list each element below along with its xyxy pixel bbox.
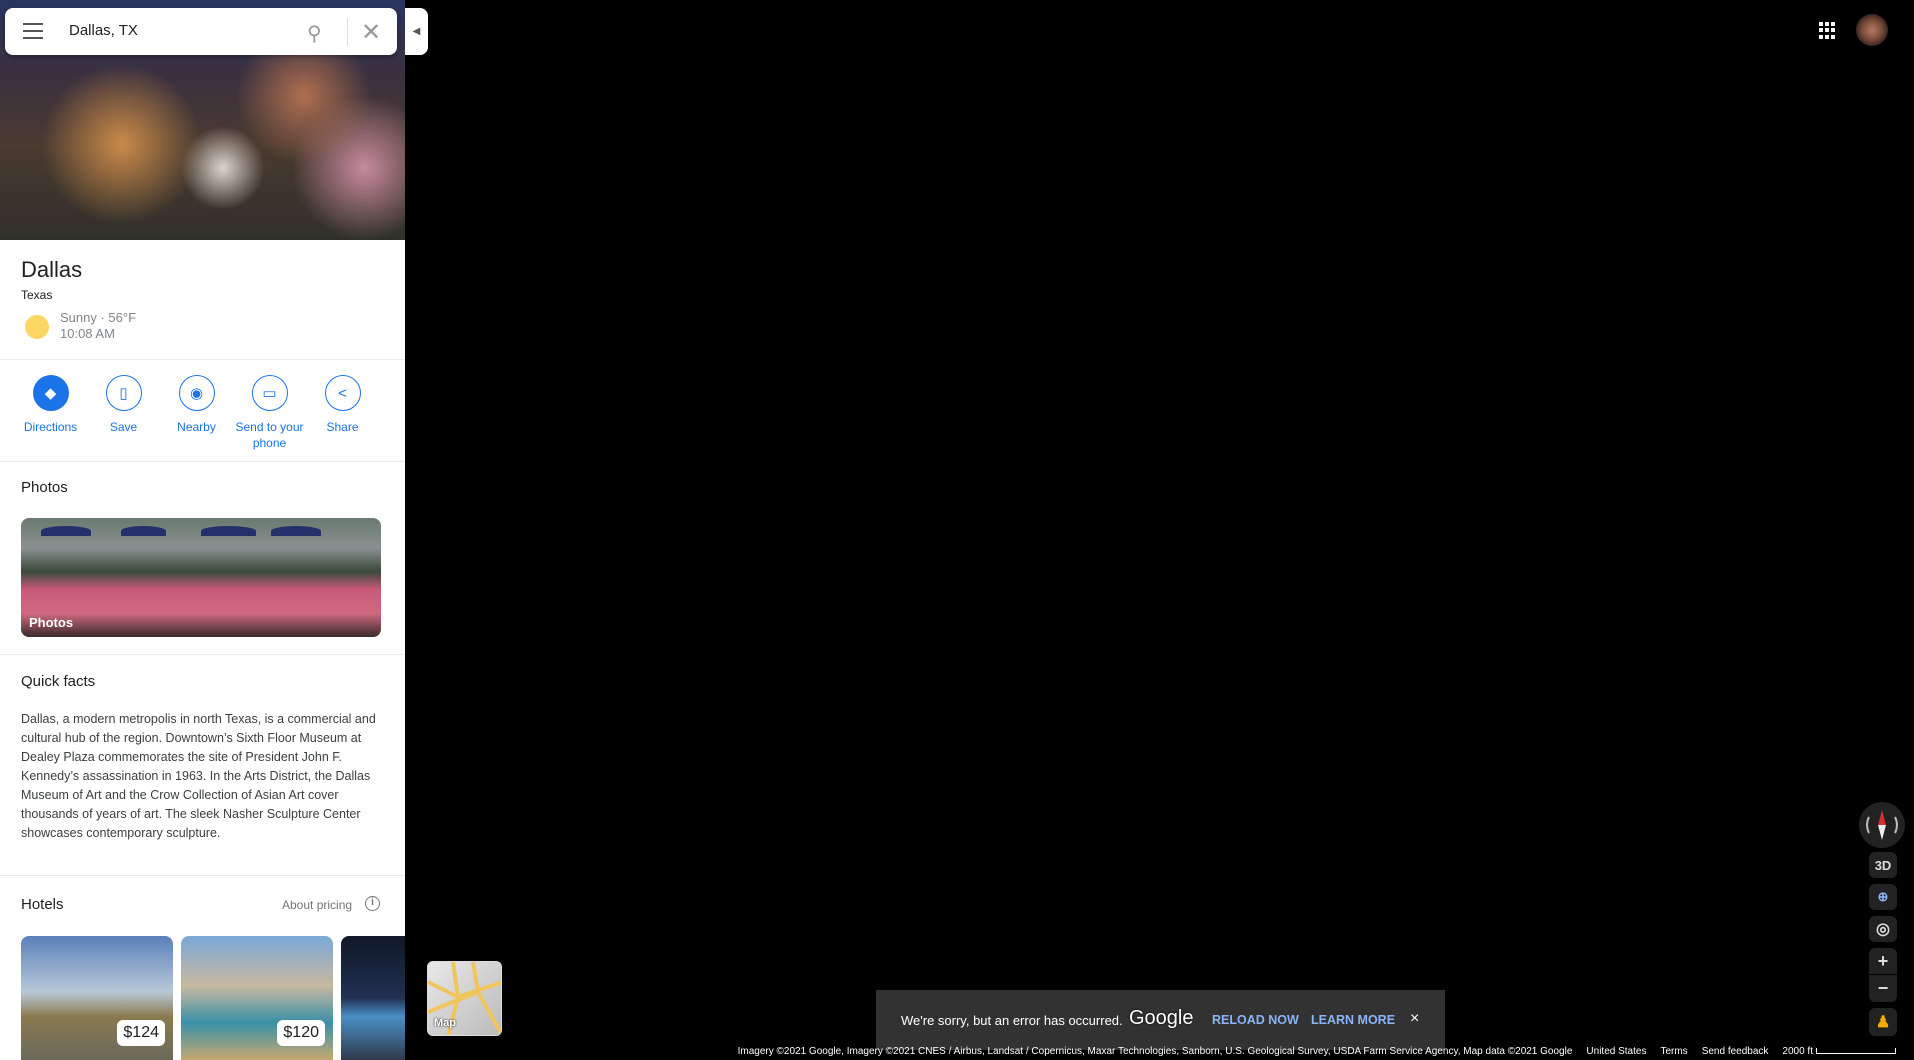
search-box[interactable]: Dallas, TX ⚲ ✕ [5, 8, 397, 55]
globe-icon[interactable]: ⊕ [1869, 884, 1897, 910]
divider [347, 18, 348, 46]
search-input[interactable]: Dallas, TX [69, 22, 138, 39]
place-title: Dallas [21, 257, 83, 282]
local-time: 10:08 AM [60, 326, 115, 341]
map-layer-toggle[interactable]: Map [427, 961, 502, 1036]
place-panel: Dallas Texas Sunny · 56°F 10:08 AM ◆ Dire… [0, 0, 405, 1060]
quick-facts-text: Dallas, a modern metropolis in north Tex… [21, 712, 376, 840]
about-pricing-link[interactable]: About pricing [282, 898, 352, 912]
divider [0, 359, 405, 360]
save-button[interactable]: ▯ Save [87, 375, 160, 451]
umbrella [121, 526, 166, 536]
zoom-in-button[interactable]: + [1869, 948, 1897, 974]
pegman-icon[interactable]: ♟ [1869, 1008, 1897, 1036]
search-icon[interactable]: ⚲ [307, 21, 329, 45]
photos-card[interactable]: Photos [21, 518, 381, 637]
send-to-phone-icon: ▭ [251, 375, 288, 411]
map-footer: Imagery ©2021 Google, Imagery ©2021 CNES… [0, 1043, 1914, 1060]
directions-button[interactable]: ◆ Directions [14, 375, 87, 451]
avatar[interactable] [1856, 14, 1888, 46]
country-link[interactable]: United States [1586, 1046, 1646, 1057]
scale-bar[interactable]: 2000 ft [1782, 1046, 1896, 1057]
info-icon[interactable]: i [365, 896, 380, 911]
quick-facts-heading: Quick facts [21, 673, 96, 690]
divider [0, 461, 405, 462]
menu-icon[interactable] [23, 23, 43, 39]
learn-more-link[interactable]: LEARN MORE [1311, 1013, 1395, 1027]
label: Directions [23, 420, 78, 434]
send-feedback-link[interactable]: Send feedback [1702, 1046, 1769, 1057]
sunny-weather-icon [25, 315, 49, 339]
tilt-3d-button[interactable]: 3D [1869, 852, 1897, 878]
directions-icon: ◆ [32, 375, 69, 411]
umbrella [41, 526, 91, 536]
nearby-icon: ◉ [178, 375, 215, 411]
hotel-card[interactable] [341, 936, 405, 1060]
reload-now-button[interactable]: RELOAD NOW [1212, 1013, 1299, 1027]
share-icon: < [324, 375, 361, 411]
umbrella [201, 526, 256, 536]
clear-icon[interactable]: ✕ [361, 18, 381, 47]
divider [0, 654, 405, 655]
hotels-heading: Hotels [21, 896, 64, 913]
weather-text: Sunny · 56°F [60, 310, 137, 325]
label: Send to your phone [235, 420, 304, 450]
label: Save [109, 420, 138, 434]
hotel-card[interactable]: $124 [21, 936, 173, 1060]
label: Share [326, 420, 359, 434]
divider [0, 875, 405, 876]
label: Nearby [177, 420, 216, 434]
scale-label: 2000 ft [1782, 1046, 1813, 1057]
attribution: Imagery ©2021 Google, Imagery ©2021 CNES… [737, 1046, 1573, 1057]
hotel-card[interactable]: $120 [181, 936, 333, 1060]
map-toggle-label: Map [434, 1017, 456, 1029]
google-logo: Google [1129, 1007, 1194, 1029]
error-message: We're sorry, but an error has occurred. [901, 1013, 1123, 1028]
error-toast: We're sorry, but an error has occurred. … [876, 990, 1445, 1050]
apps-grid-icon[interactable] [1819, 22, 1836, 39]
share-button[interactable]: < Share [306, 375, 379, 451]
scale-line [1816, 1048, 1896, 1054]
my-location-icon[interactable]: ◎ [1869, 916, 1897, 942]
close-icon[interactable]: × [1410, 1010, 1419, 1028]
terms-link[interactable]: Terms [1660, 1046, 1687, 1057]
zoom-out-button[interactable]: − [1869, 975, 1897, 1002]
compass-icon [1866, 810, 1898, 840]
weather-info: Sunny · 56°F 10:08 AM [60, 310, 136, 342]
compass-control[interactable] [1859, 802, 1905, 848]
bookmark-icon: ▯ [105, 375, 142, 411]
umbrella [271, 526, 321, 536]
send-to-phone-button[interactable]: ▭ Send to your phone [233, 375, 306, 451]
collapse-panel-button[interactable]: ◀ [405, 8, 428, 55]
photos-card-label: Photos [29, 615, 74, 630]
place-region: Texas [21, 288, 53, 302]
photos-heading: Photos [21, 479, 68, 496]
action-buttons: ◆ Directions ▯ Save ◉ Nearby ▭ Send to your … [14, 375, 379, 451]
nearby-button[interactable]: ◉ Nearby [160, 375, 233, 451]
